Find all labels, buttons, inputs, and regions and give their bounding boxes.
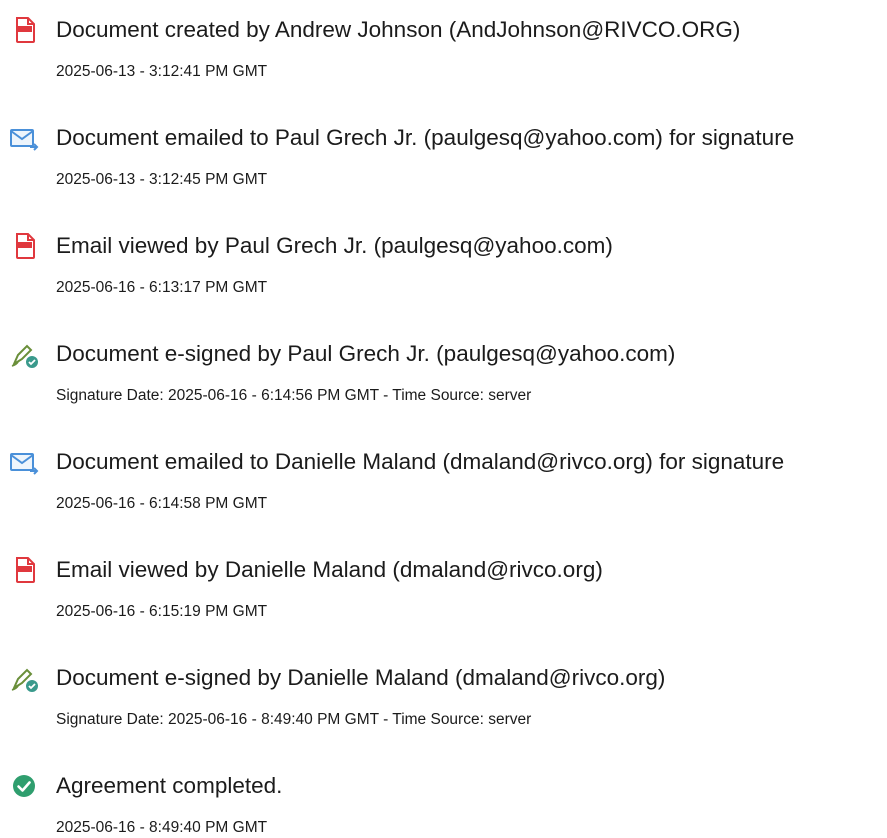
event-timestamp: 2025-06-16 - 6:14:58 PM GMT (56, 495, 268, 512)
email-sent-icon (8, 446, 40, 478)
email-viewed-icon (8, 230, 40, 262)
event-timestamp: Signature Date: 2025-06-16 - 8:49:40 PM … (56, 711, 532, 728)
event-timestamp: 2025-06-16 - 6:13:17 PM GMT (56, 279, 268, 296)
event-title: Document e-signed by Paul Grech Jr. (pau… (56, 341, 676, 366)
event-timestamp: 2025-06-16 - 6:15:19 PM GMT (56, 603, 268, 620)
event-timestamp: 2025-06-16 - 8:49:40 PM GMT (56, 819, 268, 836)
event-title: Email viewed by Danielle Maland (dmaland… (56, 557, 603, 582)
event-title: Document emailed to Paul Grech Jr. (paul… (56, 125, 795, 150)
event-title: Document e-signed by Danielle Maland (dm… (56, 665, 666, 690)
event-title: Document emailed to Danielle Maland (dma… (56, 449, 785, 474)
document-created-icon (8, 14, 40, 46)
e-signature-icon (8, 338, 40, 370)
email-sent-icon (8, 122, 40, 154)
event-title: Agreement completed. (56, 773, 283, 798)
email-viewed-icon (8, 554, 40, 586)
e-signature-icon (8, 662, 40, 694)
event-timestamp: Signature Date: 2025-06-16 - 6:14:56 PM … (56, 387, 532, 404)
event-title: Document created by Andrew Johnson (AndJ… (56, 17, 741, 42)
event-title: Email viewed by Paul Grech Jr. (paulgesq… (56, 233, 613, 258)
event-timestamp: 2025-06-13 - 3:12:41 PM GMT (56, 63, 268, 80)
completed-check-icon (8, 770, 40, 802)
event-timestamp: 2025-06-13 - 3:12:45 PM GMT (56, 171, 268, 188)
audit-timeline: Document created by Andrew Johnson (AndJ… (0, 0, 887, 836)
